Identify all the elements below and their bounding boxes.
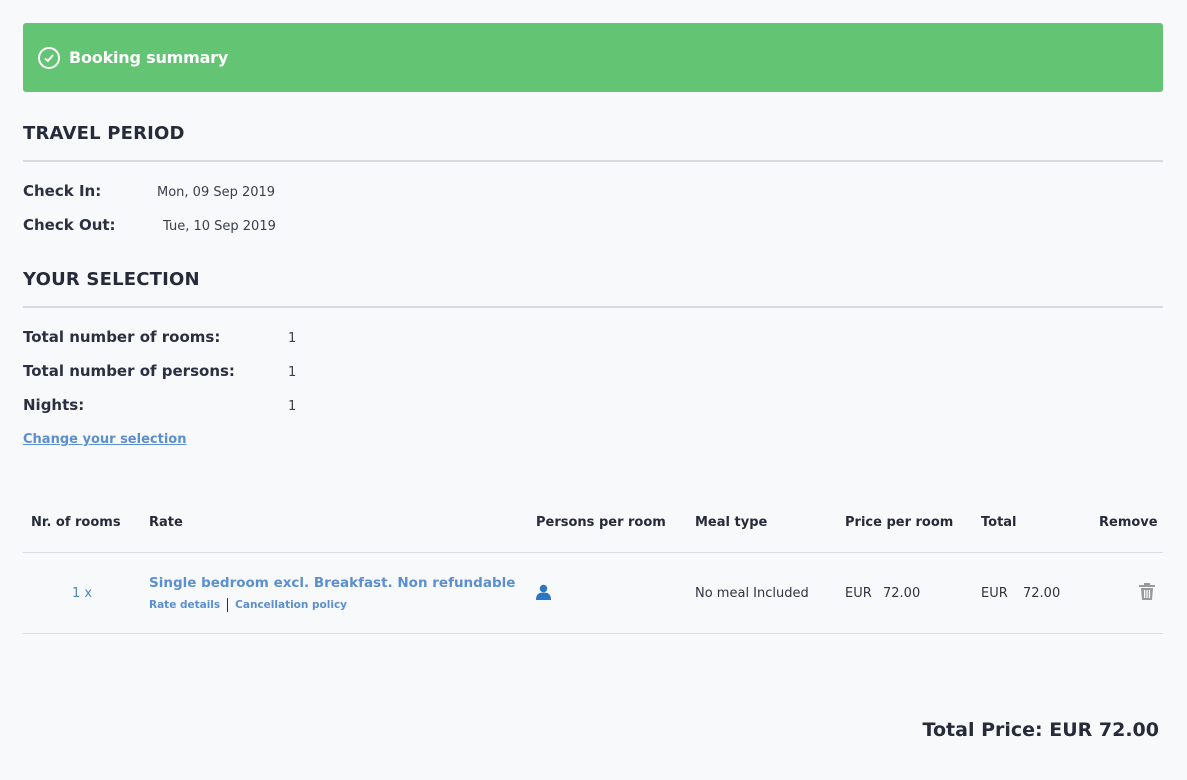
persons-value: 1 — [288, 365, 297, 380]
cancellation-policy-link[interactable]: Cancellation policy — [235, 599, 347, 611]
rooms-label: Total number of rooms: — [23, 328, 221, 346]
rooms-value: 1 — [288, 331, 297, 346]
header-rate: Rate — [149, 515, 183, 530]
nights-label: Nights: — [23, 396, 85, 414]
header-total: Total — [981, 515, 1017, 530]
travel-period-heading: TRAVEL PERIOD — [23, 123, 185, 144]
banner-title: Booking summary — [69, 48, 229, 67]
header-meal-type: Meal type — [695, 515, 768, 530]
rate-details-link[interactable]: Rate details — [149, 599, 220, 611]
rate-name-link[interactable]: Single bedroom excl. Breakfast. Non refu… — [149, 575, 515, 591]
total-amount: 72.00 — [1023, 586, 1061, 601]
room-count: 1 x — [72, 586, 93, 601]
separator — [227, 598, 229, 612]
person-icon — [536, 584, 551, 604]
price-amount: 72.00 — [883, 586, 921, 601]
divider — [23, 160, 1163, 162]
total-price: Total Price: EUR 72.00 — [922, 719, 1159, 741]
nights-value: 1 — [288, 399, 297, 414]
trash-icon[interactable] — [1139, 583, 1155, 604]
change-selection-link[interactable]: Change your selection — [23, 432, 186, 447]
header-remove: Remove — [1099, 515, 1158, 530]
table-divider — [23, 552, 1163, 553]
persons-label: Total number of persons: — [23, 362, 235, 380]
booking-summary-banner: Booking summary — [23, 23, 1163, 92]
rate-links: Rate details Cancellation policy — [149, 598, 347, 612]
check-in-label: Check In: — [23, 182, 102, 200]
check-out-value: Tue, 10 Sep 2019 — [163, 219, 276, 234]
meal-type: No meal Included — [695, 586, 809, 601]
check-in-value: Mon, 09 Sep 2019 — [157, 185, 276, 200]
table-divider — [23, 633, 1163, 634]
price-currency: EUR — [845, 586, 872, 601]
check-out-label: Check Out: — [23, 216, 116, 234]
header-nr-of-rooms: Nr. of rooms — [31, 515, 121, 530]
total-currency: EUR — [981, 586, 1008, 601]
divider — [23, 306, 1163, 308]
header-persons-per-room: Persons per room — [536, 515, 666, 530]
your-selection-heading: YOUR SELECTION — [23, 269, 200, 290]
check-circle-icon — [38, 46, 60, 69]
header-price-per-room: Price per room — [845, 515, 954, 530]
